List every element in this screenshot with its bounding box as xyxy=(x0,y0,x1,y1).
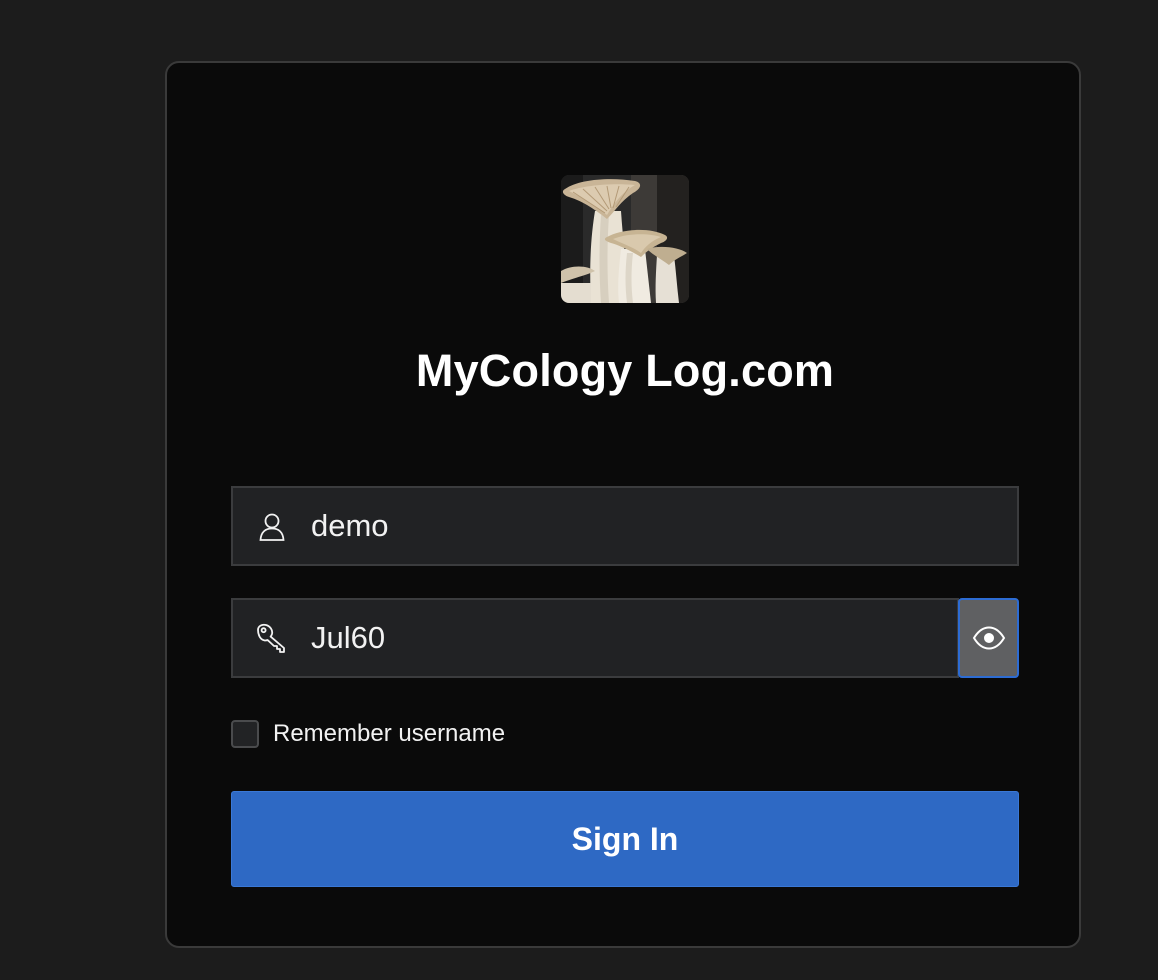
sign-in-button[interactable]: Sign In xyxy=(231,791,1019,887)
username-input[interactable] xyxy=(311,488,911,564)
key-icon xyxy=(255,622,289,656)
user-icon xyxy=(255,510,289,544)
eye-icon xyxy=(972,626,1005,650)
remember-label: Remember username xyxy=(273,720,506,747)
remember-checkbox[interactable] xyxy=(231,720,259,748)
password-field[interactable] xyxy=(231,598,959,678)
show-password-button[interactable] xyxy=(958,598,1019,678)
remember-username[interactable]: Remember username xyxy=(231,717,505,751)
username-field[interactable] xyxy=(231,486,1019,566)
app-logo xyxy=(561,175,689,303)
login-card: MyCology Log.com Remember username Sign … xyxy=(165,61,1081,948)
password-input[interactable] xyxy=(311,600,911,676)
mushroom-logo-image xyxy=(561,175,689,303)
app-title: MyCology Log.com xyxy=(415,345,835,396)
